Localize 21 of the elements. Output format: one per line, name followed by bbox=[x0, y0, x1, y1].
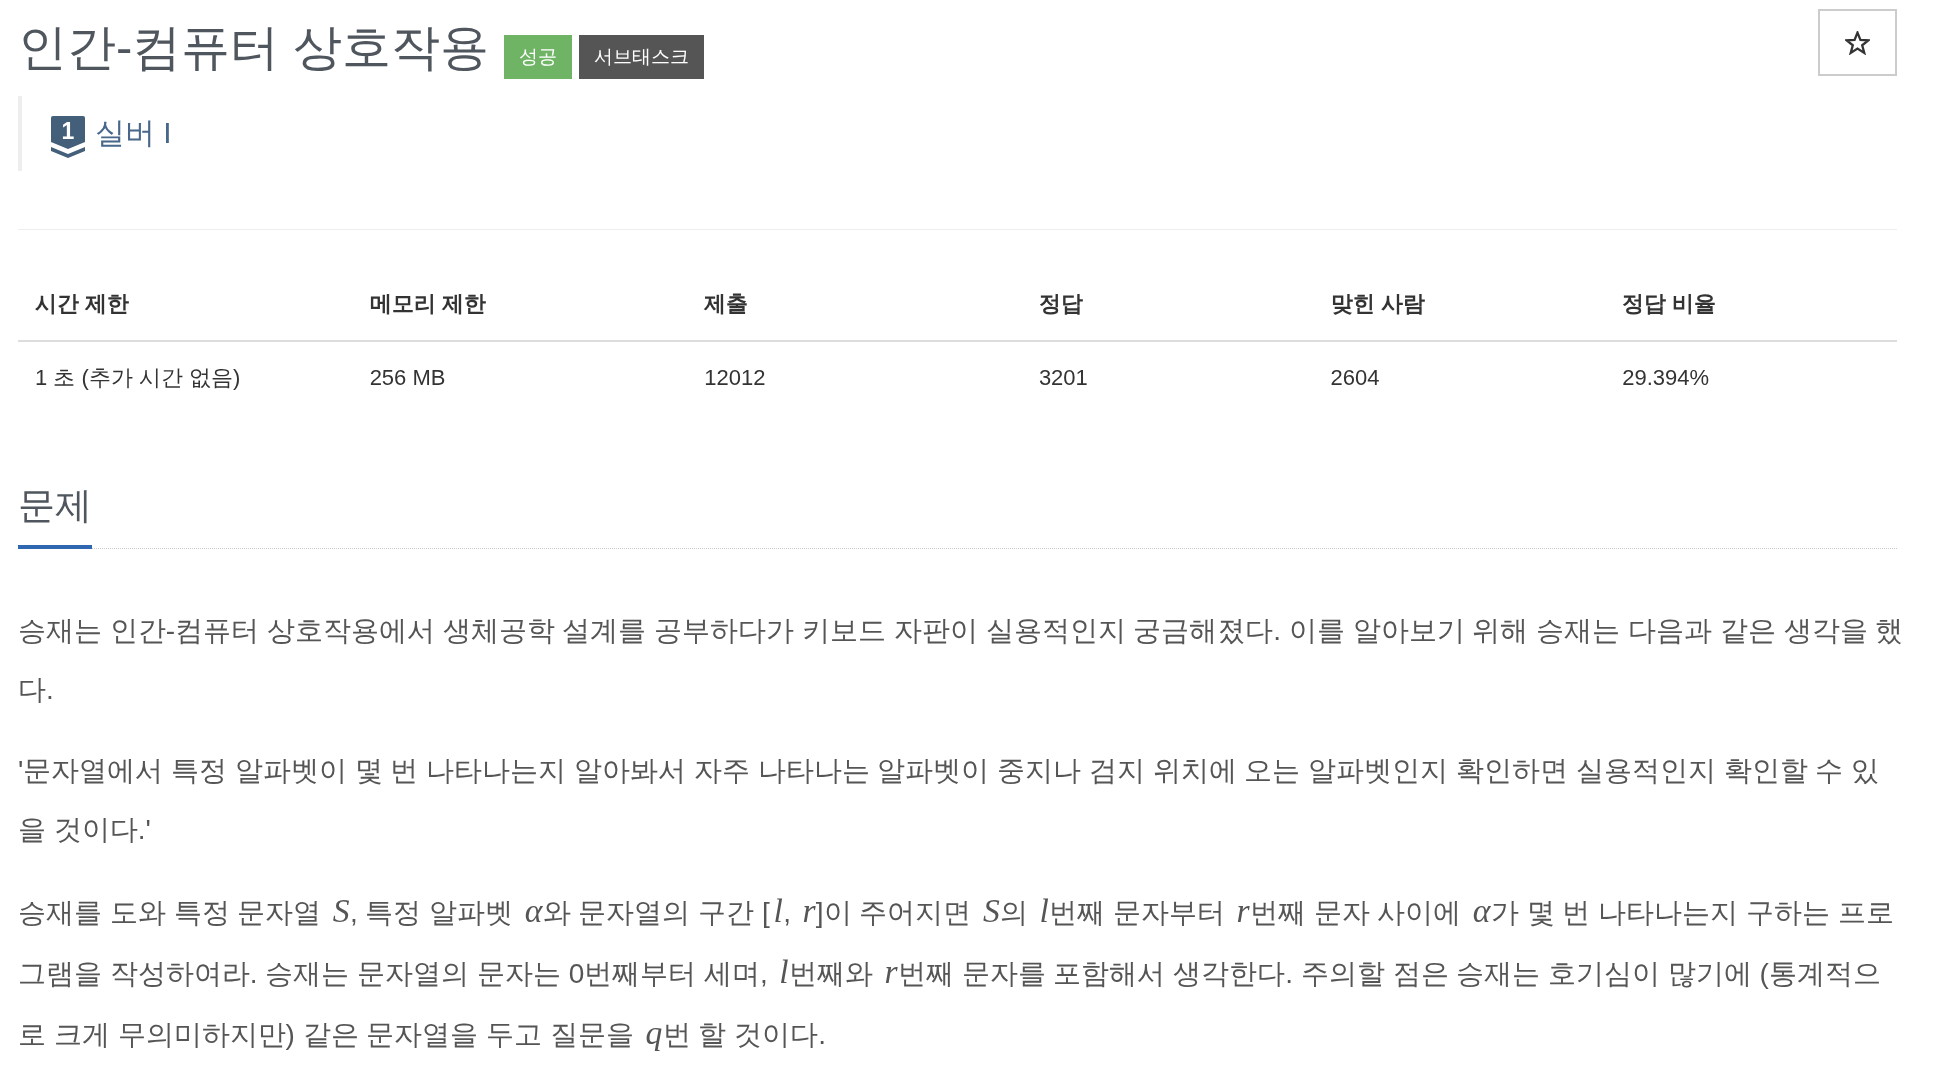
table-cell: 1 초 (추가 시간 없음) bbox=[18, 341, 353, 414]
table-cell: 29.394% bbox=[1605, 341, 1897, 414]
favorite-button[interactable] bbox=[1818, 9, 1897, 76]
table-cell: 12012 bbox=[687, 341, 1022, 414]
table-header: 시간 제한 bbox=[18, 268, 353, 341]
table-cell: 256 MB bbox=[352, 341, 688, 414]
section-title: 문제 bbox=[18, 484, 92, 549]
table-cell: 2604 bbox=[1313, 341, 1606, 414]
tier-name: 실버 I bbox=[95, 115, 172, 151]
problem-tag: 서브태스크 bbox=[578, 35, 704, 79]
table-header: 메모리 제한 bbox=[352, 268, 688, 341]
problem-title: 인간-컴퓨터 상호작용 bbox=[18, 19, 489, 76]
table-header: 정답 비율 bbox=[1605, 268, 1897, 341]
table-cell: 3201 bbox=[1021, 341, 1314, 414]
problem-paragraph: '문자열에서 특정 알파벳이 몇 번 나타나는지 알아봐서 자주 나타나는 알파벳이 중지나 검지 위치에 오는 알파벳인지 확인하면 실용적인지 확인할 수 있을 것이다.' bbox=[18, 754, 1881, 847]
problem-tag: 성공 bbox=[503, 35, 572, 79]
problem-paragraph: 승재는 인간-컴퓨터 상호작용에서 생체공학 설계를 공부하다가 키보드 자판이 실용적인지 궁금해졌다. 이를 알아보기 위해 승재는 다음과 같은 생각을 했다. bbox=[18, 614, 1904, 707]
table-header: 정답 bbox=[1021, 268, 1314, 341]
table-header: 맞힌 사람 bbox=[1313, 268, 1606, 341]
problem-paragraph: 승재를 도와 특정 문자열 S, 특정 알파벳 α와 문자열의 구간 [l, r]이 주어지면 S의 l번째 문자부터 r번째 문자 사이에 α가 몇 번 나타나는지 구하는 프로그램을 작성하여라. 승재는 문자열의 문자는 0번째부터 세며, l번째와 r번째 문자를 포함해서 생각한다. 주의할 점은 승재는 호기심이 많기에 (통계적으로 크게 무의미하지만) 같은 문자열을 두고 질문을 q번 할 것이다. bbox=[18, 891, 1895, 1053]
table-header: 제출 bbox=[687, 268, 1022, 341]
